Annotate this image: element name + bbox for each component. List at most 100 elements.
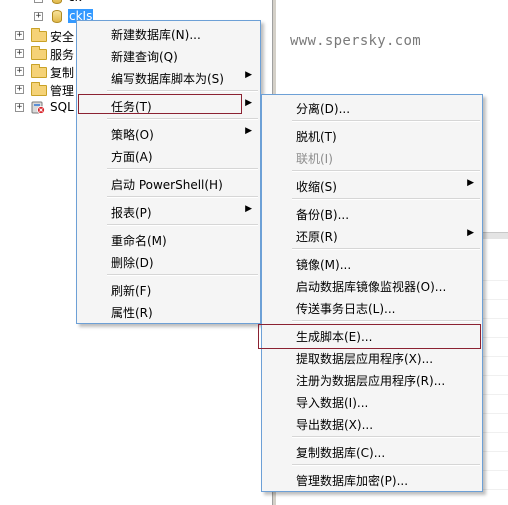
menu-separator <box>292 120 480 122</box>
expand-icon[interactable]: + <box>15 103 24 112</box>
database-context-menu: 新建数据库(N)... 新建查询(Q) 编写数据库脚本为(S) ▶ 任务(T) … <box>76 20 261 324</box>
menu-separator <box>107 90 258 92</box>
menu-item-register-data-tier-application[interactable]: 注册为数据层应用程序(R)... <box>262 368 482 390</box>
menu-separator <box>292 320 480 322</box>
tree-item-ck[interactable]: + ck <box>0 0 120 6</box>
menu-item-manage-database-encryption[interactable]: 管理数据库加密(P)... <box>262 468 482 490</box>
menu-item-properties[interactable]: 属性(R) <box>77 300 260 322</box>
menu-item-label: 传送事务日志(L)... <box>296 302 396 316</box>
menu-item-policies[interactable]: 策略(O) ▶ <box>77 122 260 144</box>
menu-item-label: 分离(D)... <box>296 102 351 116</box>
tasks-highlight-frame <box>78 94 242 114</box>
tree-item-label: 复制 <box>50 66 75 80</box>
menu-item-label: 方面(A) <box>111 150 153 164</box>
menu-item-label: 编写数据库脚本为(S) <box>111 72 224 86</box>
tasks-submenu: 分离(D)... 脱机(T) 联机(I) 收缩(S) ▶ 备份(B)... 还原… <box>261 94 483 492</box>
menu-item-launch-mirroring-monitor[interactable]: 启动数据库镜像监视器(O)... <box>262 274 482 296</box>
menu-item-start-powershell[interactable]: 启动 PowerShell(H) <box>77 172 260 194</box>
menu-separator <box>292 170 480 172</box>
menu-item-refresh[interactable]: 刷新(F) <box>77 278 260 300</box>
tree-item-sql-agent[interactable]: + SQL <box>0 98 80 116</box>
menu-item-label: 报表(P) <box>111 206 152 220</box>
sql-agent-icon <box>31 101 45 114</box>
menu-item-label: 管理数据库加密(P)... <box>296 474 409 488</box>
tree-item-label: 安全 <box>50 30 75 44</box>
tree-item-security[interactable]: + 安全 <box>0 26 80 44</box>
tree-item-label: SQL <box>50 100 74 114</box>
tree-item-label: ck <box>68 0 82 4</box>
menu-item-reports[interactable]: 报表(P) ▶ <box>77 200 260 222</box>
menu-separator <box>107 224 258 226</box>
menu-item-label: 注册为数据层应用程序(R)... <box>296 374 446 388</box>
submenu-arrow-icon: ▶ <box>245 126 252 136</box>
menu-item-shrink[interactable]: 收缩(S) ▶ <box>262 174 482 196</box>
menu-item-label: 镜像(M)... <box>296 258 352 272</box>
menu-item-ship-transaction-logs[interactable]: 传送事务日志(L)... <box>262 296 482 318</box>
database-icon <box>52 10 62 23</box>
expand-icon[interactable]: + <box>15 67 24 76</box>
menu-item-rename[interactable]: 重命名(M) <box>77 228 260 250</box>
menu-item-import-data[interactable]: 导入数据(I)... <box>262 390 482 412</box>
submenu-arrow-icon: ▶ <box>467 228 474 238</box>
menu-item-label: 导入数据(I)... <box>296 396 369 410</box>
menu-item-label: 重命名(M) <box>111 234 167 248</box>
tree-item-management[interactable]: + 管理 <box>0 80 80 98</box>
menu-item-export-data[interactable]: 导出数据(X)... <box>262 412 482 434</box>
folder-icon <box>31 28 47 42</box>
menu-item-new-database[interactable]: 新建数据库(N)... <box>77 22 260 44</box>
menu-item-extract-data-tier-application[interactable]: 提取数据层应用程序(X)... <box>262 346 482 368</box>
menu-item-label: 启动 PowerShell(H) <box>111 178 223 192</box>
menu-item-label: 脱机(T) <box>296 130 337 144</box>
submenu-arrow-icon: ▶ <box>467 178 474 188</box>
menu-item-mirror[interactable]: 镜像(M)... <box>262 252 482 274</box>
menu-item-label: 删除(D) <box>111 256 154 270</box>
menu-item-new-query[interactable]: 新建查询(Q) <box>77 44 260 66</box>
document-pane-rows <box>482 262 508 502</box>
submenu-arrow-icon: ▶ <box>245 98 252 108</box>
menu-item-label: 还原(R) <box>296 230 338 244</box>
folder-icon <box>31 46 47 60</box>
expand-icon[interactable]: + <box>15 49 24 58</box>
tree-item-replication[interactable]: + 复制 <box>0 62 80 80</box>
submenu-arrow-icon: ▶ <box>245 204 252 214</box>
menu-item-label: 提取数据层应用程序(X)... <box>296 352 434 366</box>
menu-item-label: 新建查询(Q) <box>111 50 178 64</box>
database-icon <box>52 0 62 4</box>
menu-item-label: 收缩(S) <box>296 180 337 194</box>
expand-icon[interactable]: + <box>15 31 24 40</box>
expand-icon[interactable]: + <box>34 12 43 21</box>
menu-item-backup[interactable]: 备份(B)... <box>262 202 482 224</box>
menu-item-label: 备份(B)... <box>296 208 350 222</box>
menu-item-copy-database[interactable]: 复制数据库(C)... <box>262 440 482 462</box>
menu-separator <box>292 198 480 200</box>
expand-icon[interactable]: + <box>34 0 43 3</box>
document-pane-header <box>482 232 508 239</box>
tree-item-label: 服务 <box>50 48 75 62</box>
menu-separator <box>107 274 258 276</box>
menu-item-label: 联机(I) <box>296 152 333 166</box>
menu-item-label: 策略(O) <box>111 128 154 142</box>
menu-item-restore[interactable]: 还原(R) ▶ <box>262 224 482 246</box>
menu-separator <box>292 248 480 250</box>
generate-scripts-highlight-frame <box>258 324 481 349</box>
menu-item-bring-online: 联机(I) <box>262 146 482 168</box>
tree-item-label: 管理 <box>50 84 75 98</box>
folder-icon <box>31 82 47 96</box>
menu-separator <box>292 436 480 438</box>
menu-item-label: 属性(R) <box>111 306 153 320</box>
menu-separator <box>107 168 258 170</box>
menu-item-script-database-as[interactable]: 编写数据库脚本为(S) ▶ <box>77 66 260 88</box>
menu-item-facets[interactable]: 方面(A) <box>77 144 260 166</box>
submenu-arrow-icon: ▶ <box>245 70 252 80</box>
menu-separator <box>292 464 480 466</box>
menu-item-label: 导出数据(X)... <box>296 418 374 432</box>
menu-separator <box>107 118 258 120</box>
menu-item-delete[interactable]: 删除(D) <box>77 250 260 272</box>
expand-icon[interactable]: + <box>15 85 24 94</box>
menu-item-label: 新建数据库(N)... <box>111 28 201 42</box>
tree-item-server-objects[interactable]: + 服务 <box>0 44 80 62</box>
menu-item-take-offline[interactable]: 脱机(T) <box>262 124 482 146</box>
watermark-text: www.spersky.com <box>290 33 421 49</box>
menu-item-detach[interactable]: 分离(D)... <box>262 96 482 118</box>
menu-item-label: 复制数据库(C)... <box>296 446 386 460</box>
